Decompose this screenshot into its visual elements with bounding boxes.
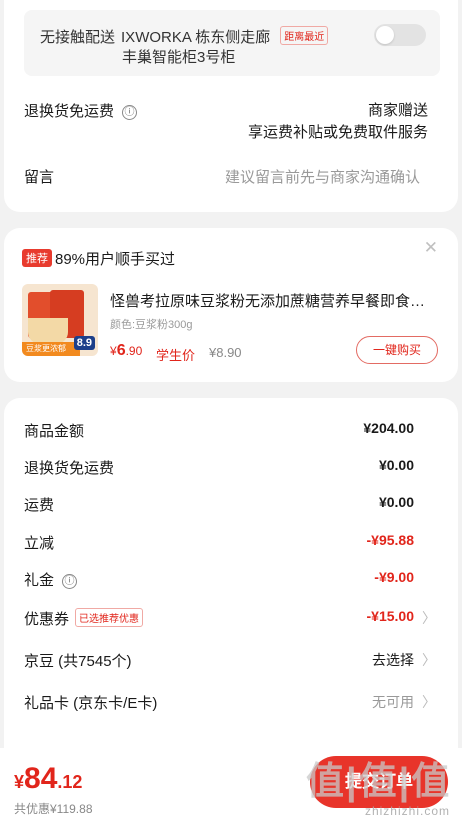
return-shipping-value-line1: 商家赠送 (367, 102, 428, 119)
message-row[interactable]: 留言 建议留言前先与商家沟通确认 (24, 166, 444, 188)
delivery-title: 无接触配送 IXWORKA 栋东侧走廊 距离最近 (40, 26, 329, 47)
amount-label: 京豆 (共7545个) (24, 653, 132, 670)
distance-tag: 距离最近 (280, 26, 329, 45)
image-price-badge: 8.9 (73, 336, 95, 350)
product-image[interactable]: 豆浆更浓郁 8.9 (22, 284, 98, 356)
total-price: ¥84.12 (14, 762, 82, 796)
amount-value: -¥9.00 (374, 569, 414, 585)
product-price: ¥6.90 (110, 342, 142, 360)
amount-label: 运费 (24, 497, 55, 514)
info-icon[interactable]: ⓘ (62, 574, 78, 589)
recommend-badge: 推荐 (22, 249, 52, 267)
delivery-toggle[interactable] (374, 24, 426, 46)
chevron-right-icon: 〉 (422, 610, 436, 626)
coupon-tag: 已选推荐优惠 (75, 608, 144, 627)
delivery-card: 无接触配送 IXWORKA 栋东侧走廊 距离最近 丰巢智能柜3号柜 退换货免运费 ⓘ … (4, 0, 458, 212)
amount-row-return-shipping: 退换货免运费 ¥0.00 (24, 457, 438, 479)
delivery-address-line2: 丰巢智能柜3号柜 (122, 49, 236, 66)
product-title[interactable]: 怪兽考拉原味豆浆粉无添加蔗糖营养早餐即食… (110, 290, 440, 311)
amount-row-instant-discount: 立减 -¥95.88 (24, 532, 438, 554)
return-shipping-label: 退换货免运费 (24, 103, 115, 120)
amount-value: ¥204.00 (363, 420, 414, 436)
amount-value: ¥0.00 (378, 457, 414, 473)
price-decimal: .90 (125, 344, 143, 358)
total-decimal: .12 (57, 772, 83, 792)
return-shipping-row[interactable]: 退换货免运费 ⓘ 商家赠送 享运费补贴或免费取件服务 (24, 100, 444, 146)
chevron-right-icon: 〉 (422, 694, 436, 710)
amount-row-jingdou[interactable]: 京豆 (共7545个) 去选择 〉 (24, 650, 438, 672)
image-ribbon: 豆浆更浓郁 (22, 342, 80, 356)
delivery-option[interactable]: 无接触配送 IXWORKA 栋东侧走廊 距离最近 丰巢智能柜3号柜 (24, 10, 440, 76)
amount-value: 去选择 (372, 652, 414, 668)
return-shipping-value-line2: 享运费补贴或免费取件服务 (247, 124, 428, 141)
toggle-knob (376, 26, 394, 44)
recommend-header: 推荐 89%用户顺手买过 (22, 248, 175, 269)
total-integer: 84 (24, 762, 58, 795)
amount-value: -¥95.88 (366, 532, 414, 548)
amount-row-goods: 商品金额 ¥204.00 (24, 420, 438, 442)
one-click-buy-button[interactable]: 一键购买 (356, 336, 438, 364)
total-savings: 共优惠¥119.88 (14, 802, 93, 816)
cup-graphic (28, 318, 68, 344)
price-integer: 6 (116, 342, 126, 359)
amount-label: 优惠券 已选推荐优惠 (24, 608, 144, 629)
delivery-address-line1: IXWORKA 栋东侧走廊 (121, 29, 271, 46)
student-price-label: 学生价 (156, 348, 196, 363)
recommend-headline: 89%用户顺手买过 (55, 251, 176, 268)
message-input[interactable]: 建议留言前先与商家沟通确认 (225, 166, 420, 187)
total-currency: ¥ (14, 772, 25, 792)
checkout-bar: ¥84.12 共优惠¥119.88 提交订单 值|值|值 zhizhizhi.c… (0, 748, 462, 830)
amount-row-gift-card[interactable]: 礼品卡 (京东卡/E卡) 无可用 〉 (24, 692, 438, 714)
amount-label: 商品金额 (24, 423, 85, 440)
original-price: ¥8.90 (209, 345, 242, 360)
amount-row-coupon[interactable]: 优惠券 已选推荐优惠 -¥15.00 〉 (24, 608, 438, 630)
amount-label: 礼金 ⓘ (24, 569, 78, 590)
coupon-label: 优惠券 (24, 611, 70, 628)
info-icon[interactable]: ⓘ (122, 105, 138, 120)
amount-value: 无可用 (372, 694, 414, 710)
amount-label: 退换货免运费 (24, 460, 115, 477)
recommend-card: 推荐 89%用户顺手买过 ✕ 豆浆更浓郁 8.9 怪兽考拉原味豆浆粉无添加蔗糖营养… (4, 228, 458, 382)
amount-row-gift-money: 礼金 ⓘ -¥9.00 (24, 569, 438, 591)
amount-label: 立减 (24, 535, 55, 552)
product-spec: 颜色:豆浆粉300g (110, 319, 193, 331)
price-currency: ¥ (110, 344, 117, 358)
return-shipping-value: 商家赠送 享运费补贴或免费取件服务 (248, 100, 428, 144)
submit-order-button[interactable]: 提交订单 (310, 756, 448, 808)
gift-money-label: 礼金 (24, 572, 55, 589)
chevron-right-icon: 〉 (422, 652, 436, 668)
message-label: 留言 (24, 169, 55, 186)
amount-label: 礼品卡 (京东卡/E卡) (24, 695, 158, 712)
amount-value: -¥15.00 (366, 608, 414, 624)
amount-row-shipping: 运费 ¥0.00 (24, 494, 438, 516)
delivery-method: 无接触配送 (40, 29, 116, 46)
close-icon[interactable]: ✕ (424, 238, 438, 258)
amount-value: ¥0.00 (378, 494, 414, 510)
